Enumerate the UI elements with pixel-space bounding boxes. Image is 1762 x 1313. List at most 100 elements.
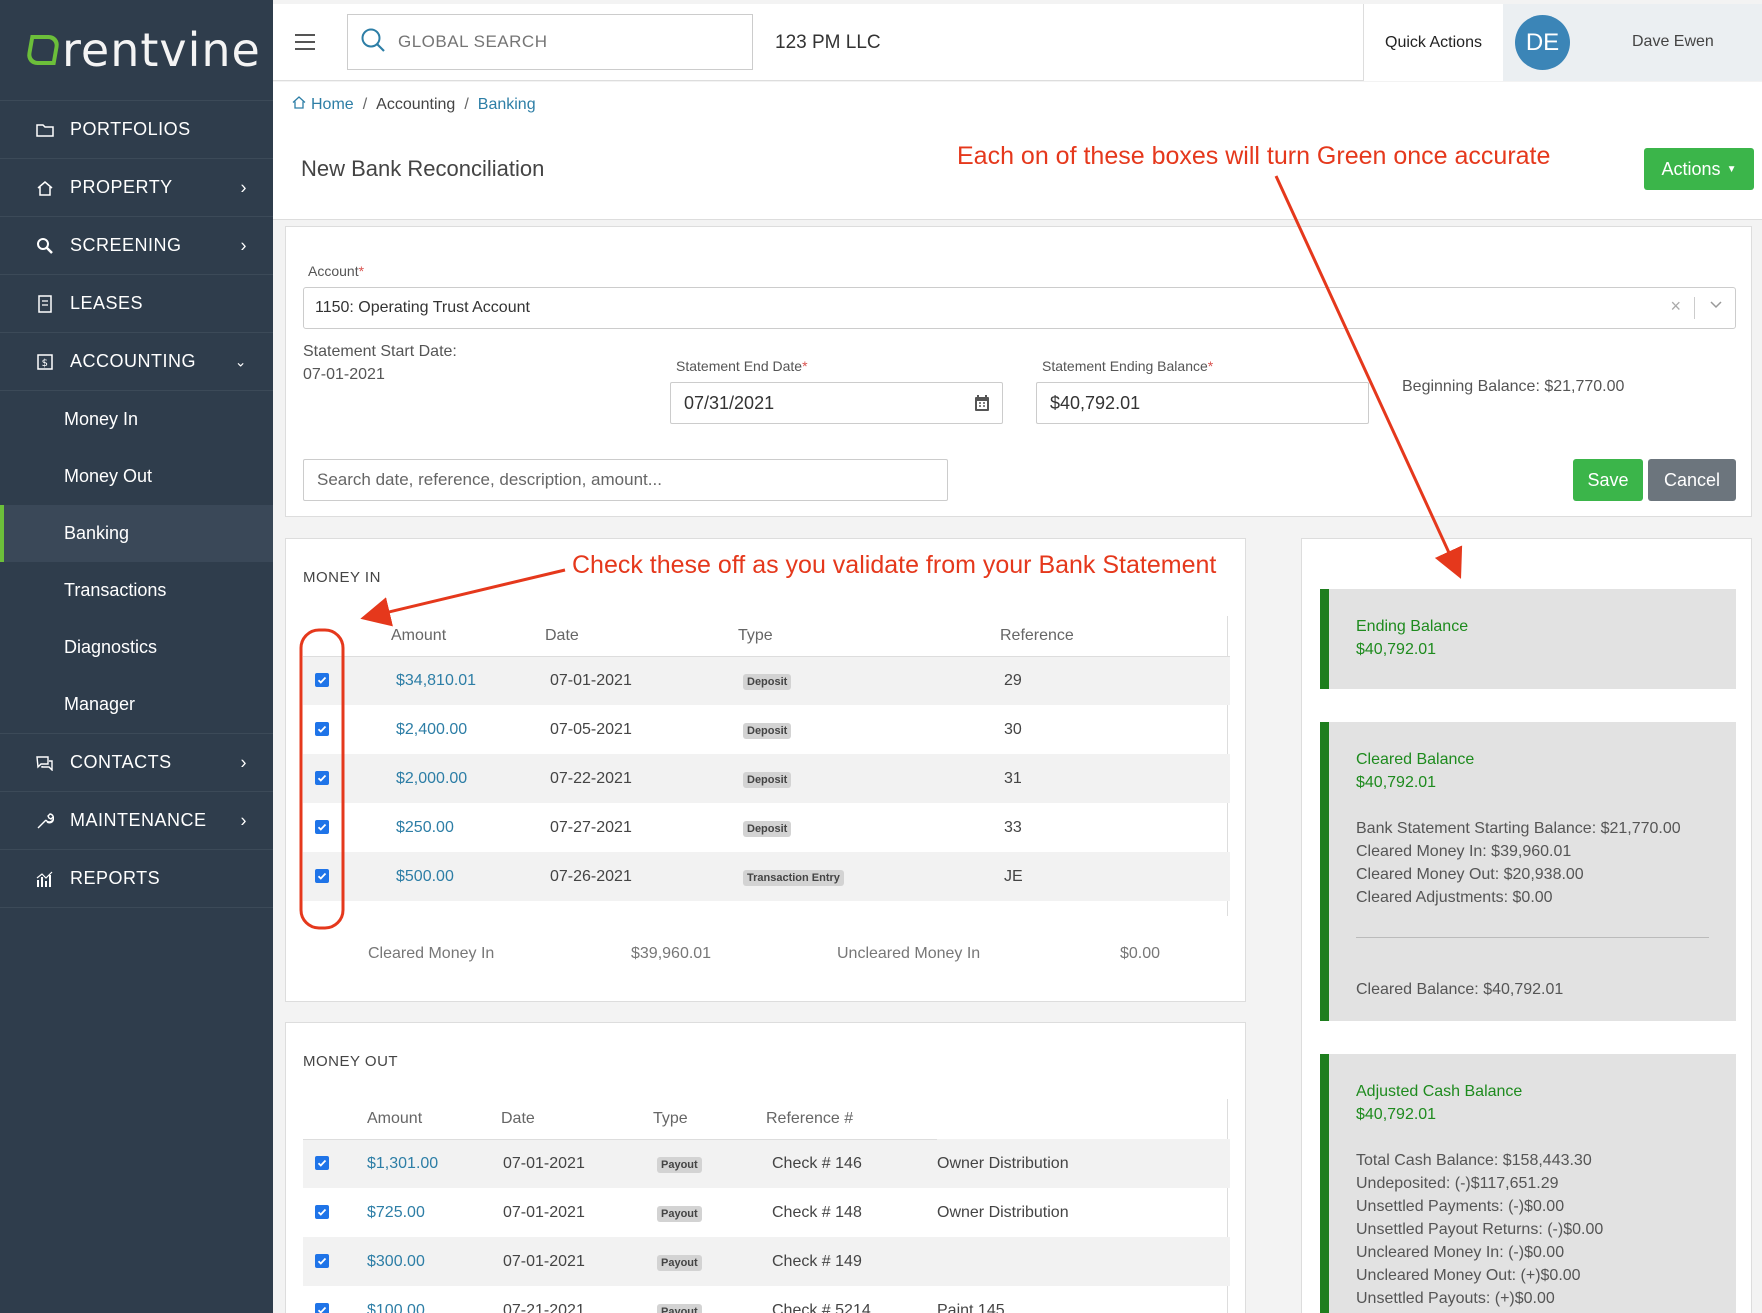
table-row[interactable]: $100.00 07-21-2021 Payout Check # 5214 P… (303, 1286, 1230, 1313)
reference-cell: Check # 5214 (772, 1301, 871, 1313)
column-header-type[interactable]: Type (635, 1099, 762, 1140)
svg-text:$: $ (42, 358, 49, 369)
wrench-icon (36, 812, 54, 830)
money-in-title: MONEY IN (303, 569, 381, 586)
money-out-table: Amount Date Type Reference # $1,301.00 0… (303, 1099, 1230, 1313)
date-cell: 07-01-2021 (533, 656, 733, 705)
statement-end-date-label: Statement End Date* (676, 358, 808, 374)
row-checkbox[interactable] (315, 1155, 329, 1170)
amount-link[interactable]: $250.00 (396, 819, 454, 836)
cancel-button[interactable]: Cancel (1648, 459, 1736, 501)
statement-end-date-field[interactable]: 07/31/2021 (670, 382, 1003, 424)
sidebar-subitem-transactions[interactable]: Transactions (0, 562, 273, 619)
transaction-search-placeholder: Search date, reference, description, amo… (317, 470, 662, 489)
sidebar-item-maintenance[interactable]: MAINTENANCE › (0, 792, 273, 850)
amount-link[interactable]: $2,000.00 (396, 770, 467, 787)
chevron-down-icon[interactable] (1709, 297, 1723, 316)
breadcrumb-banking[interactable]: Banking (478, 96, 536, 114)
breadcrumb: Home / Accounting / Banking (292, 96, 536, 114)
sidebar-item-portfolios[interactable]: PORTFOLIOS (0, 101, 273, 159)
date-cell: 07-22-2021 (533, 754, 733, 803)
sidebar-item-screening[interactable]: SCREENING › (0, 217, 273, 275)
description-cell (937, 1237, 1230, 1286)
table-row[interactable]: $34,810.01 07-01-2021 Deposit 29 (303, 656, 1230, 705)
sidebar-item-leases[interactable]: LEASES (0, 275, 273, 333)
row-checkbox[interactable] (315, 1253, 329, 1268)
account-select[interactable]: 1150: Operating Trust Account × (303, 287, 1736, 329)
company-name[interactable]: 123 PM LLC (775, 32, 881, 54)
global-search[interactable] (347, 14, 753, 70)
chevron-right-icon: › (240, 235, 247, 255)
sidebar-subitem-manager[interactable]: Manager (0, 676, 273, 733)
table-row[interactable]: $300.00 07-01-2021 Payout Check # 149 (303, 1237, 1230, 1286)
table-row[interactable]: $725.00 07-01-2021 Payout Check # 148 Ow… (303, 1188, 1230, 1237)
logo[interactable]: rentvine (0, 0, 273, 101)
row-checkbox[interactable] (315, 1302, 329, 1313)
table-row[interactable]: $2,400.00 07-05-2021 Deposit 30 (303, 705, 1230, 754)
column-header-date[interactable]: Date (533, 616, 733, 657)
amount-link[interactable]: $1,301.00 (367, 1155, 438, 1172)
sidebar-item-contacts[interactable]: CONTACTS › (0, 734, 273, 792)
column-header-reference[interactable]: Reference (1000, 616, 1230, 657)
type-badge: Deposit (743, 722, 792, 739)
sidebar-item-reports[interactable]: REPORTS (0, 850, 273, 908)
amount-link[interactable]: $500.00 (396, 868, 454, 885)
user-name[interactable]: Dave Ewen (1632, 33, 1714, 51)
adjusted-cash-balance-value: $40,792.01 (1356, 1106, 1437, 1123)
sidebar-subitem-money-in[interactable]: Money In (0, 391, 273, 448)
breadcrumb-accounting[interactable]: Accounting (376, 96, 455, 114)
table-row[interactable]: $1,301.00 07-01-2021 Payout Check # 146 … (303, 1139, 1230, 1188)
row-checkbox[interactable] (315, 721, 329, 736)
statement-ending-balance-field[interactable]: $40,792.01 (1036, 382, 1369, 424)
sidebar-subitem-money-out[interactable]: Money Out (0, 448, 273, 505)
quick-actions-button[interactable]: Quick Actions (1363, 4, 1503, 81)
user-menu[interactable]: DE Dave Ewen (1503, 4, 1762, 81)
column-header-type[interactable]: Type (733, 616, 1000, 657)
column-header-amount[interactable]: Amount (348, 1099, 485, 1140)
amount-link[interactable]: $34,810.01 (396, 672, 476, 689)
bank-statement-starting-balance: Bank Statement Starting Balance: $21,770… (1356, 820, 1681, 837)
row-checkbox[interactable] (315, 770, 329, 785)
global-search-input[interactable] (398, 32, 718, 52)
row-checkbox[interactable] (315, 819, 329, 834)
sidebar-subitem-banking[interactable]: Banking (0, 505, 273, 562)
row-checkbox[interactable] (315, 672, 329, 687)
column-header-reference[interactable]: Reference # (762, 1099, 937, 1140)
adjusted-cash-balance-title: Adjusted Cash Balance (1356, 1083, 1523, 1100)
reconciliation-summary: Ending Balance $40,792.01 Cleared Balanc… (1301, 538, 1752, 1313)
sidebar-item-property[interactable]: PROPERTY › (0, 159, 273, 217)
column-header-amount[interactable]: Amount (343, 616, 533, 657)
type-badge: Deposit (743, 771, 792, 788)
date-cell: 07-27-2021 (550, 818, 632, 836)
column-header-date[interactable]: Date (485, 1099, 635, 1140)
cleared-money-in: Cleared Money In: $39,960.01 (1356, 843, 1572, 860)
divider (1356, 937, 1709, 938)
avatar[interactable]: DE (1515, 15, 1570, 70)
amount-link[interactable]: $300.00 (367, 1253, 425, 1270)
table-row[interactable]: $2,000.00 07-22-2021 Deposit 31 (303, 754, 1230, 803)
row-checkbox[interactable] (315, 868, 329, 883)
statement-ending-balance-label: Statement Ending Balance* (1042, 358, 1214, 374)
amount-link[interactable]: $725.00 (367, 1204, 425, 1221)
cleared-balance-total: Cleared Balance: $40,792.01 (1356, 981, 1564, 998)
reference-cell: 30 (1004, 720, 1022, 738)
sidebar-item-accounting[interactable]: $ ACCOUNTING ⌄ (0, 333, 273, 391)
calendar-icon[interactable] (974, 394, 990, 417)
amount-link[interactable]: $100.00 (367, 1302, 425, 1313)
actions-dropdown-button[interactable]: Actions ▼ (1644, 148, 1754, 190)
sidebar-item-label: PROPERTY (70, 177, 173, 197)
table-row[interactable]: $500.00 07-26-2021 Transaction Entry JE (303, 852, 1230, 901)
annotation-top-note: Each on of these boxes will turn Green o… (957, 142, 1551, 170)
cleared-balance-title: Cleared Balance (1356, 751, 1475, 768)
row-checkbox[interactable] (315, 1204, 329, 1219)
caret-down-icon: ▼ (1726, 163, 1737, 175)
sidebar-subitem-diagnostics[interactable]: Diagnostics (0, 619, 273, 676)
transaction-search-input[interactable]: Search date, reference, description, amo… (303, 459, 948, 501)
accounting-submenu: Money In Money Out Banking Transactions … (0, 391, 273, 734)
save-button[interactable]: Save (1573, 459, 1643, 501)
amount-link[interactable]: $2,400.00 (396, 721, 467, 738)
hamburger-menu-icon[interactable] (295, 34, 315, 55)
breadcrumb-home[interactable]: Home (311, 96, 354, 114)
clear-icon[interactable]: × (1670, 296, 1681, 317)
table-row[interactable]: $250.00 07-27-2021 Deposit 33 (303, 803, 1230, 852)
